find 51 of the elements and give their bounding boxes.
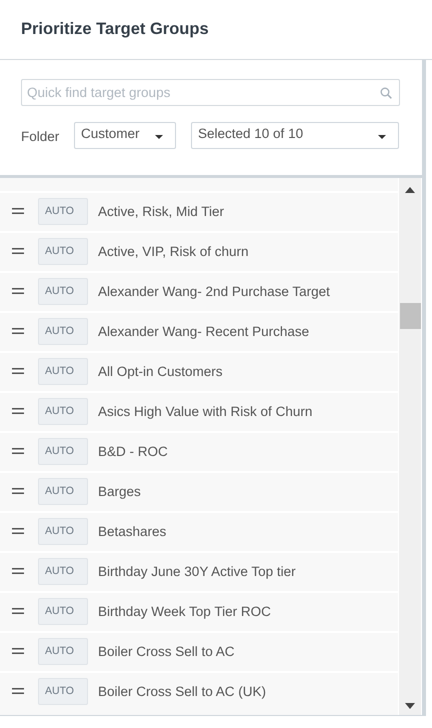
mode-badge[interactable]: AUTO — [38, 678, 88, 704]
group-name: Boiler Cross Sell to AC — [98, 644, 235, 658]
mode-badge[interactable]: AUTO — [38, 198, 88, 224]
drag-handle-icon[interactable] — [12, 648, 24, 654]
search-icon — [380, 87, 392, 99]
folder-label: Folder — [21, 128, 60, 144]
group-name: Birthday June 30Y Active Top tier — [98, 564, 296, 578]
group-name: Active, VIP, Risk of churn — [98, 244, 249, 258]
mode-badge[interactable]: AUTO — [38, 238, 88, 264]
mode-badge[interactable]: AUTO — [38, 318, 88, 344]
drag-handle-icon[interactable] — [12, 368, 24, 374]
mode-badge[interactable]: AUTO — [38, 438, 88, 464]
scroll-down-icon[interactable] — [405, 703, 415, 709]
group-name: Alexander Wang- 2nd Purchase Target — [98, 284, 330, 298]
mode-badge[interactable]: AUTO — [38, 598, 88, 624]
group-name: Birthday Week Top Tier ROC — [98, 604, 271, 618]
group-name: Active, Risk, Mid Tier — [98, 204, 224, 218]
drag-handle-icon[interactable] — [12, 488, 24, 494]
group-name: B&D - ROC — [98, 444, 168, 458]
mode-badge[interactable]: AUTO — [38, 558, 88, 584]
drag-handle-icon[interactable] — [12, 568, 24, 574]
scroll-thumb[interactable] — [400, 303, 420, 329]
drag-handle-icon[interactable] — [12, 328, 24, 334]
drag-handle-icon[interactable] — [12, 408, 24, 414]
mode-badge[interactable]: AUTO — [38, 358, 88, 384]
group-name: Barges — [98, 484, 141, 498]
drag-handle-icon[interactable] — [12, 528, 24, 534]
scroll-up-icon[interactable] — [405, 187, 415, 193]
mode-badge[interactable]: AUTO — [38, 398, 88, 424]
mode-badge[interactable]: AUTO — [38, 478, 88, 504]
group-name: All Opt-in Customers — [98, 364, 223, 378]
caret-icon — [155, 134, 163, 138]
group-name: Betashares — [98, 524, 166, 538]
dialog-title: Prioritize Target Groups — [21, 20, 209, 39]
caret-icon — [378, 134, 386, 138]
drag-handle-icon[interactable] — [12, 448, 24, 454]
drag-handle-icon[interactable] — [12, 288, 24, 294]
drag-handle-icon[interactable] — [12, 208, 24, 214]
drag-handle-icon[interactable] — [12, 608, 24, 614]
selection-dropdown[interactable]: Selected 10 of 10 — [191, 122, 399, 149]
scrollbar[interactable] — [398, 178, 421, 715]
group-name: Boiler Cross Sell to AC (UK) — [98, 684, 266, 698]
mode-badge[interactable]: AUTO — [38, 518, 88, 544]
drag-handle-icon[interactable] — [12, 248, 24, 254]
group-name: Alexander Wang- Recent Purchase — [98, 324, 310, 338]
mode-badge[interactable]: AUTO — [38, 278, 88, 304]
folder-dropdown[interactable]: Customer — [74, 122, 176, 149]
drag-handle-icon[interactable] — [12, 688, 24, 694]
search-field[interactable]: Quick find target groups — [21, 79, 400, 106]
mode-badge[interactable]: AUTO — [38, 638, 88, 664]
group-name: Asics High Value with Risk of Churn — [98, 404, 312, 418]
